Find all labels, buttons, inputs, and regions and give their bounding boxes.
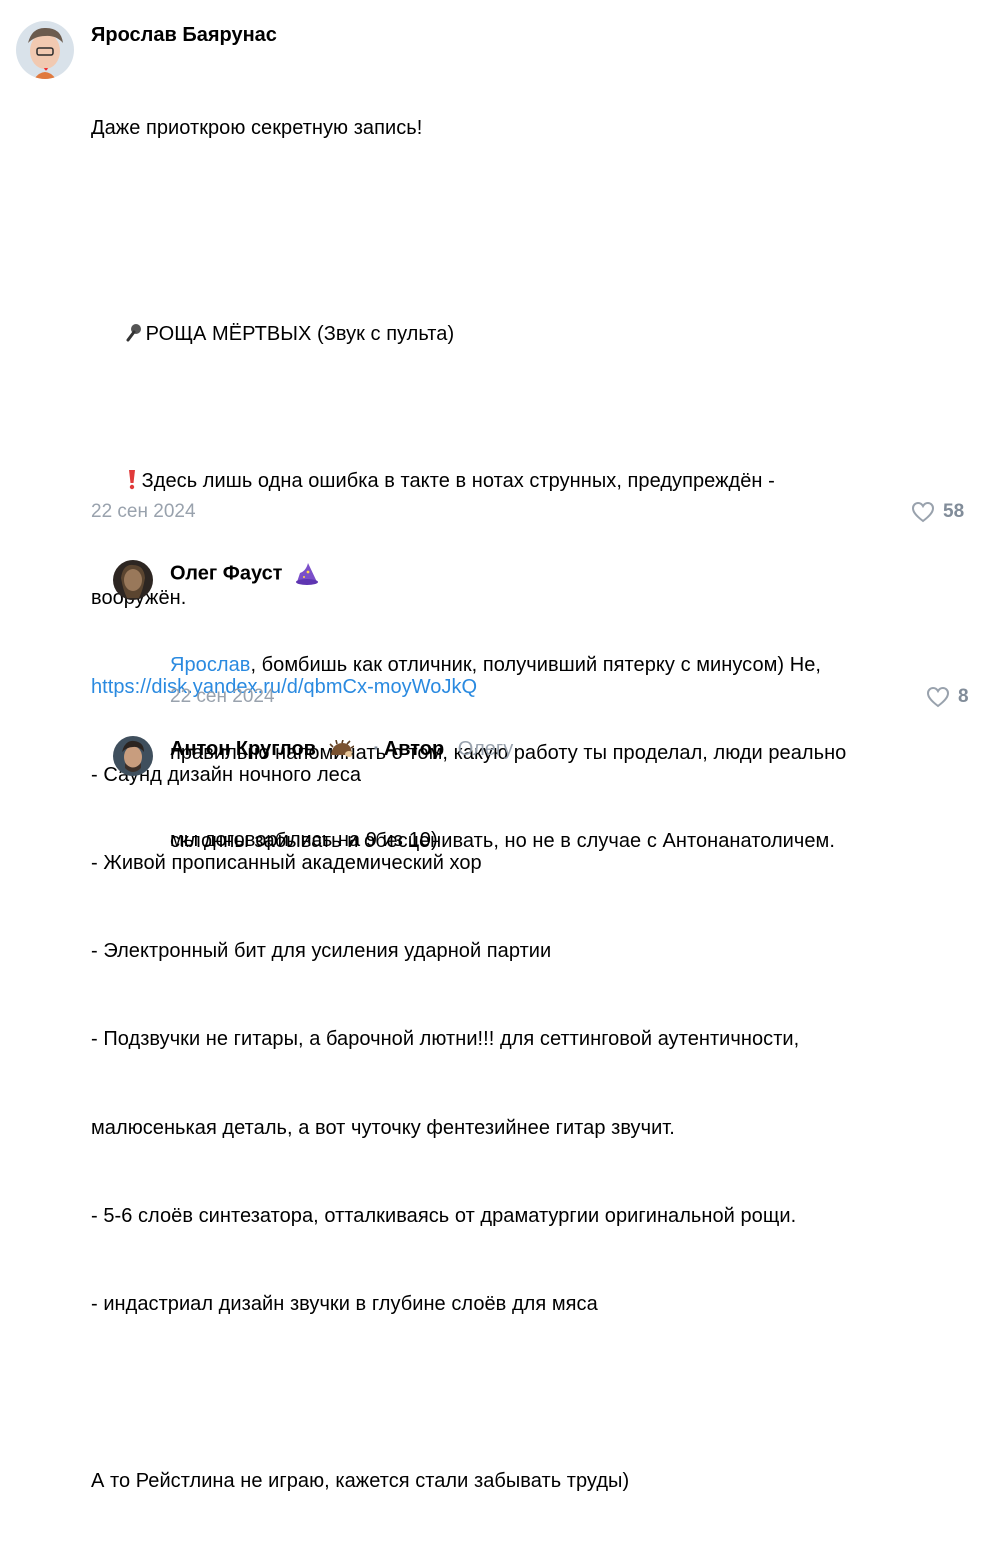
text-line: - Электронный бит для усиления ударной п… (91, 940, 552, 963)
author-name: Антон Круглов · Автор Олегу (170, 737, 513, 761)
text-line: Здесь лишь одна ошибка в такте в нотах с… (91, 437, 971, 525)
text-line: - 5-6 слоёв синтезатора, отталкиваясь от… (91, 1204, 797, 1227)
text-line-content: РОЩА МЁРТВЫХ (Звук с пульта) (145, 322, 455, 345)
avatar[interactable] (113, 560, 153, 600)
comment-reply: Антон Круглов · Автор Олегу мы договорили… (0, 730, 992, 851)
like-count: 58 (943, 501, 965, 522)
avatar-image (113, 560, 153, 600)
text-line: - индастриал дизайн звучки в глубине сло… (91, 1293, 598, 1316)
text-line: мы договорились на 9 из 10) (170, 828, 438, 851)
like-button[interactable]: 8 (926, 685, 969, 709)
text-line-content: Здесь лишь одна ошибка в такте в нотах с… (141, 469, 775, 492)
avatar-image (16, 21, 74, 79)
text-line: Ярослав, бомбишь как отличник, получивши… (170, 651, 970, 680)
exclamation-icon (128, 469, 135, 489)
author-name-text[interactable]: Ярослав Баярунас (91, 24, 277, 46)
avatar[interactable] (113, 736, 153, 776)
text-line: малюсенькая деталь, а вот чуточку фентез… (91, 1116, 675, 1139)
comment-reply: Олег Фауст Ярослав, бомбишь как отличник… (0, 540, 992, 852)
text-line: А то Рейстлина не играю, кажется стали з… (91, 1469, 630, 1492)
separator-dot: · (373, 738, 380, 760)
comment-main: Ярослав Баярунас Даже приоткрою секретну… (0, 0, 992, 1492)
mention-link[interactable]: Ярослав (170, 654, 250, 676)
avatar-image (113, 736, 153, 776)
author-name-text[interactable]: Антон Круглов (170, 738, 316, 760)
text-line: РОЩА МЁРТВЫХ (Звук с пульта) (91, 290, 971, 378)
like-button[interactable]: 58 (911, 500, 964, 524)
wizard-hat-icon (296, 563, 319, 585)
heart-icon (926, 686, 950, 708)
hedgehog-icon (328, 739, 354, 757)
text-line: - Подзвучки не гитары, а барочной лютни!… (91, 1028, 800, 1051)
reply-to[interactable]: Олегу (458, 738, 513, 760)
avatar[interactable] (16, 21, 74, 79)
text-line-content: , бомбишь как отличник, получивший пятер… (250, 653, 822, 676)
comment-date[interactable]: 22 сен 2024 (170, 685, 275, 709)
text-line: Даже приоткрою секретную запись! (91, 116, 423, 139)
microphone-icon (126, 323, 141, 342)
heart-icon (911, 501, 935, 523)
author-role: Автор (383, 738, 445, 760)
author-name[interactable]: Олег Фауст (170, 561, 320, 587)
author-name[interactable]: Ярослав Баярунас (91, 23, 277, 47)
comment-date[interactable]: 22 сен 2024 (91, 500, 196, 524)
author-name-text[interactable]: Олег Фауст (170, 562, 282, 584)
like-count: 8 (958, 686, 969, 707)
comment-text: мы договорились на 9 из 10) (170, 767, 970, 914)
